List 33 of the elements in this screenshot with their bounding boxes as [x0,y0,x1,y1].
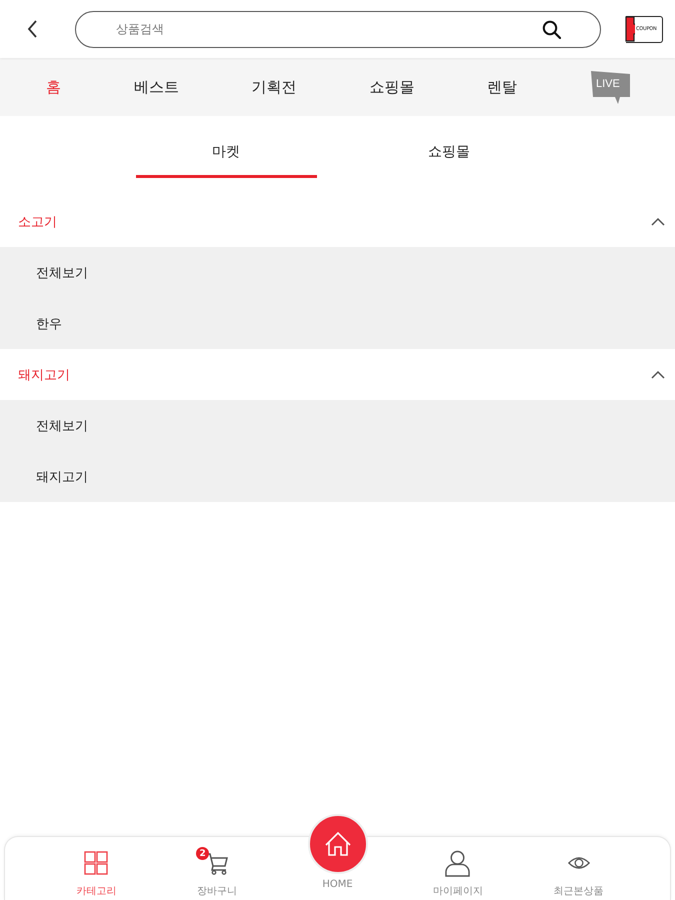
bottom-nav-tab[interactable]: HOME [306,814,370,900]
collapse-toggle[interactable] [651,216,665,226]
bottom-nav-tab[interactable]: 마이페이지 [397,837,518,900]
subcategory-item[interactable]: 돼지고기 [36,468,88,486]
person-icon [445,850,470,876]
bottom-nav-tab[interactable]: 카테고리 [36,837,157,900]
live-label: LIVE [596,78,620,90]
category-title[interactable]: 소고기 [18,212,57,230]
nav-tab[interactable]: 홈 [46,74,61,100]
back-icon [26,20,38,38]
collapse-toggle[interactable] [651,370,665,380]
chevron-icon [651,370,665,380]
search-button[interactable] [542,20,561,38]
sub-tab[interactable]: 쇼핑몰 [358,116,540,178]
grid-icon [84,851,108,875]
nav-tab[interactable]: 베스트 [134,74,179,100]
nav-tab[interactable]: 기획전 [252,74,297,100]
cart-count-badge: 2 [196,847,210,860]
chevron-icon [651,216,665,226]
speech-bubble-icon [590,69,631,105]
search-icon [542,20,561,38]
bottom-nav-tab[interactable]: 최근본상품 [518,837,640,900]
subcategory-item[interactable]: 전체보기 [36,416,88,434]
search-field[interactable]: 상품검색 [75,10,601,48]
eye-icon [568,856,590,870]
nav-tab[interactable]: 쇼핑몰 [369,74,414,100]
sub-tab[interactable]: 마켓 [136,116,316,178]
bottom-nav-tab[interactable]: 2 장바구니 [156,837,278,900]
nav-tab[interactable]: 렌탈 [487,74,518,100]
subcategory-item[interactable]: 전체보기 [36,264,88,282]
category-title[interactable]: 돼지고기 [18,366,70,384]
ticket-icon [625,16,635,42]
subcategory-item[interactable]: 한우 [36,314,62,332]
